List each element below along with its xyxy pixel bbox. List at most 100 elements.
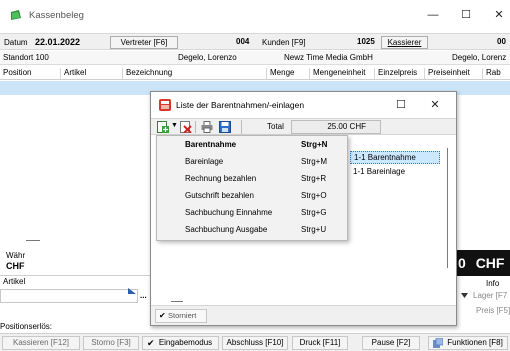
dropdown-arrow-icon[interactable]: ▼	[171, 122, 178, 129]
kassierer-name: Degelo, Lorenz	[452, 53, 507, 62]
list-item[interactable]: 1-1 Bareinlage	[350, 166, 440, 179]
menu-item-label: Gutschrift bezahlen	[185, 191, 254, 200]
maximize-button[interactable]: ☐	[453, 5, 479, 25]
preis-button[interactable]: Preis [F5]	[476, 306, 510, 315]
dialog-toolbar: ▼ Total 25.00 CHF	[151, 118, 456, 135]
menu-item-sachbuchung-einnahme[interactable]: Sachbuchung Einnahme Strg+G	[157, 205, 347, 221]
print-icon[interactable]	[201, 121, 213, 133]
column-header-preiseinheit[interactable]: Preiseinheit	[424, 68, 470, 79]
eingabemodus-toggle[interactable]: ✔ Eingabemodus	[142, 336, 219, 350]
storniert-toggle[interactable]: ✔ Storniert	[155, 309, 207, 323]
column-header-rabatt[interactable]: Rab	[482, 68, 501, 79]
lower-left-panel: Währ CHF Artikel ... Positionserlös:	[0, 240, 152, 331]
save-icon[interactable]	[219, 121, 231, 133]
menu-item-label: Sachbuchung Ausgabe	[185, 225, 268, 234]
artikel-browse-button[interactable]: ...	[140, 291, 147, 300]
menu-item-bareinlage[interactable]: Bareinlage Strg+M	[157, 154, 347, 170]
window-titlebar: Kassenbeleg — ☐ ✕	[0, 0, 510, 30]
column-header-einzelpreis[interactable]: Einzelpreis	[374, 68, 417, 79]
bottom-toolbar: Kassieren [F12] Storno [F3] ✔ Eingabemod…	[0, 333, 510, 351]
separator	[26, 240, 40, 241]
waehrung-label: Währ	[6, 251, 26, 260]
storno-button[interactable]: Storno [F3]	[83, 336, 139, 350]
vertreter-button[interactable]: Vertreter [F6]	[110, 36, 178, 49]
menu-item-barentnahme[interactable]: Barentnahme Strg+N	[157, 137, 347, 153]
vertreter-number[interactable]: 004	[236, 37, 249, 46]
add-entry-icon[interactable]	[157, 121, 169, 133]
eingabemodus-label: Eingabemodus	[158, 338, 213, 347]
artikel-label: Artikel	[3, 277, 26, 286]
toolbar-separator	[241, 120, 242, 134]
total-display: 0 CHF	[450, 250, 510, 276]
datum-label: Datum	[4, 38, 28, 47]
functions-icon	[433, 338, 443, 348]
menu-item-shortcut: Strg+M	[301, 157, 328, 166]
kassierer-button[interactable]: Kassierer	[381, 36, 428, 49]
column-header-bezeichnung[interactable]: Bezeichnung	[122, 68, 172, 79]
total-label: Total	[267, 122, 284, 131]
menu-item-sachbuchung-ausgabe[interactable]: Sachbuchung Ausgabe Strg+U	[157, 222, 347, 238]
storniert-label: Storniert	[168, 311, 197, 320]
funktionen-label: Funktionen [F8]	[447, 338, 503, 347]
info-label: Info	[486, 279, 500, 288]
total-value: 25.00 CHF	[291, 120, 381, 134]
close-button[interactable]: ✕	[486, 5, 510, 25]
column-header-mengeneinheit[interactable]: Mengeneinheit	[309, 68, 365, 79]
delete-icon[interactable]	[180, 121, 192, 133]
dialog-titlebar: Liste der Barentnahmen/-einlagen ☐ ✕	[151, 92, 456, 117]
dialog-title: Liste der Barentnahmen/-einlagen	[176, 100, 305, 110]
window-title: Kassenbeleg	[29, 10, 84, 21]
positions-table-header: Position Artikel Bezeichnung Menge Menge…	[0, 66, 510, 80]
divider	[0, 275, 152, 276]
menu-item-shortcut: Strg+G	[301, 208, 327, 217]
menu-item-rechnung-bezahlen[interactable]: Rechnung bezahlen Strg+R	[157, 171, 347, 187]
app-icon	[11, 10, 21, 20]
standort-label: Standort 100	[3, 53, 49, 62]
kunden-number[interactable]: 1025	[357, 37, 375, 46]
pause-button[interactable]: Pause [F2]	[362, 336, 420, 350]
header-row-names: Standort 100 Degelo, Lorenzo Newz Time M…	[0, 51, 510, 65]
menu-item-label: Bareinlage	[185, 157, 224, 166]
datum-value[interactable]: 22.01.2022	[35, 37, 80, 47]
dialog-maximize-button[interactable]: ☐	[388, 95, 414, 115]
checkmark-icon: ✔	[147, 338, 155, 348]
dropdown-arrow-icon[interactable]	[128, 288, 136, 294]
vertreter-name: Degelo, Lorenzo	[178, 53, 237, 62]
separator	[171, 301, 183, 302]
kunden-name: Newz Time Media GmbH	[284, 53, 373, 62]
add-entry-menu: Barentnahme Strg+N Bareinlage Strg+M Rec…	[156, 135, 348, 241]
funktionen-button[interactable]: Funktionen [F8]	[428, 336, 508, 350]
dialog-close-button[interactable]: ✕	[422, 95, 448, 115]
lager-button[interactable]: Lager [F7	[473, 291, 507, 300]
menu-item-label: Rechnung bezahlen	[185, 174, 257, 183]
waehrung-value: CHF	[6, 261, 25, 271]
menu-item-shortcut: Strg+N	[301, 140, 328, 149]
list-item[interactable]: 1-1 Barentnahme	[350, 151, 440, 164]
positionserloes-label: Positionserlös:	[0, 322, 53, 331]
toolbar-separator	[195, 121, 196, 133]
menu-item-label: Sachbuchung Einnahme	[185, 208, 273, 217]
artikel-input[interactable]	[0, 289, 138, 303]
abschluss-button[interactable]: Abschluss [F10]	[222, 336, 288, 350]
kassierer-number[interactable]: 00	[497, 37, 506, 46]
checkmark-icon: ✔	[159, 311, 166, 320]
kunden-button[interactable]: Kunden [F9]	[262, 38, 306, 47]
menu-item-shortcut: Strg+U	[301, 225, 327, 234]
total-currency: CHF	[475, 255, 505, 271]
dialog-app-icon	[159, 99, 171, 111]
druck-button[interactable]: Druck [F11]	[292, 336, 348, 350]
kassieren-button[interactable]: Kassieren [F12]	[2, 336, 80, 350]
total-zero: 0	[458, 255, 466, 271]
menu-item-gutschrift-bezahlen[interactable]: Gutschrift bezahlen Strg+O	[157, 188, 347, 204]
menu-item-label: Barentnahme	[185, 140, 237, 149]
menu-item-shortcut: Strg+R	[301, 174, 327, 183]
header-row-main: Datum 22.01.2022 Vertreter [F6] 004 Kund…	[0, 33, 510, 50]
menu-item-shortcut: Strg+O	[301, 191, 327, 200]
dialog-statusbar: ✔ Storniert	[151, 305, 456, 325]
list-scrollbar[interactable]	[447, 148, 448, 268]
column-header-menge[interactable]: Menge	[266, 68, 294, 79]
column-header-artikel[interactable]: Artikel	[60, 68, 86, 79]
chevron-down-icon[interactable]	[461, 293, 468, 298]
minimize-button[interactable]: —	[420, 5, 446, 25]
column-header-position[interactable]: Position	[0, 68, 31, 79]
